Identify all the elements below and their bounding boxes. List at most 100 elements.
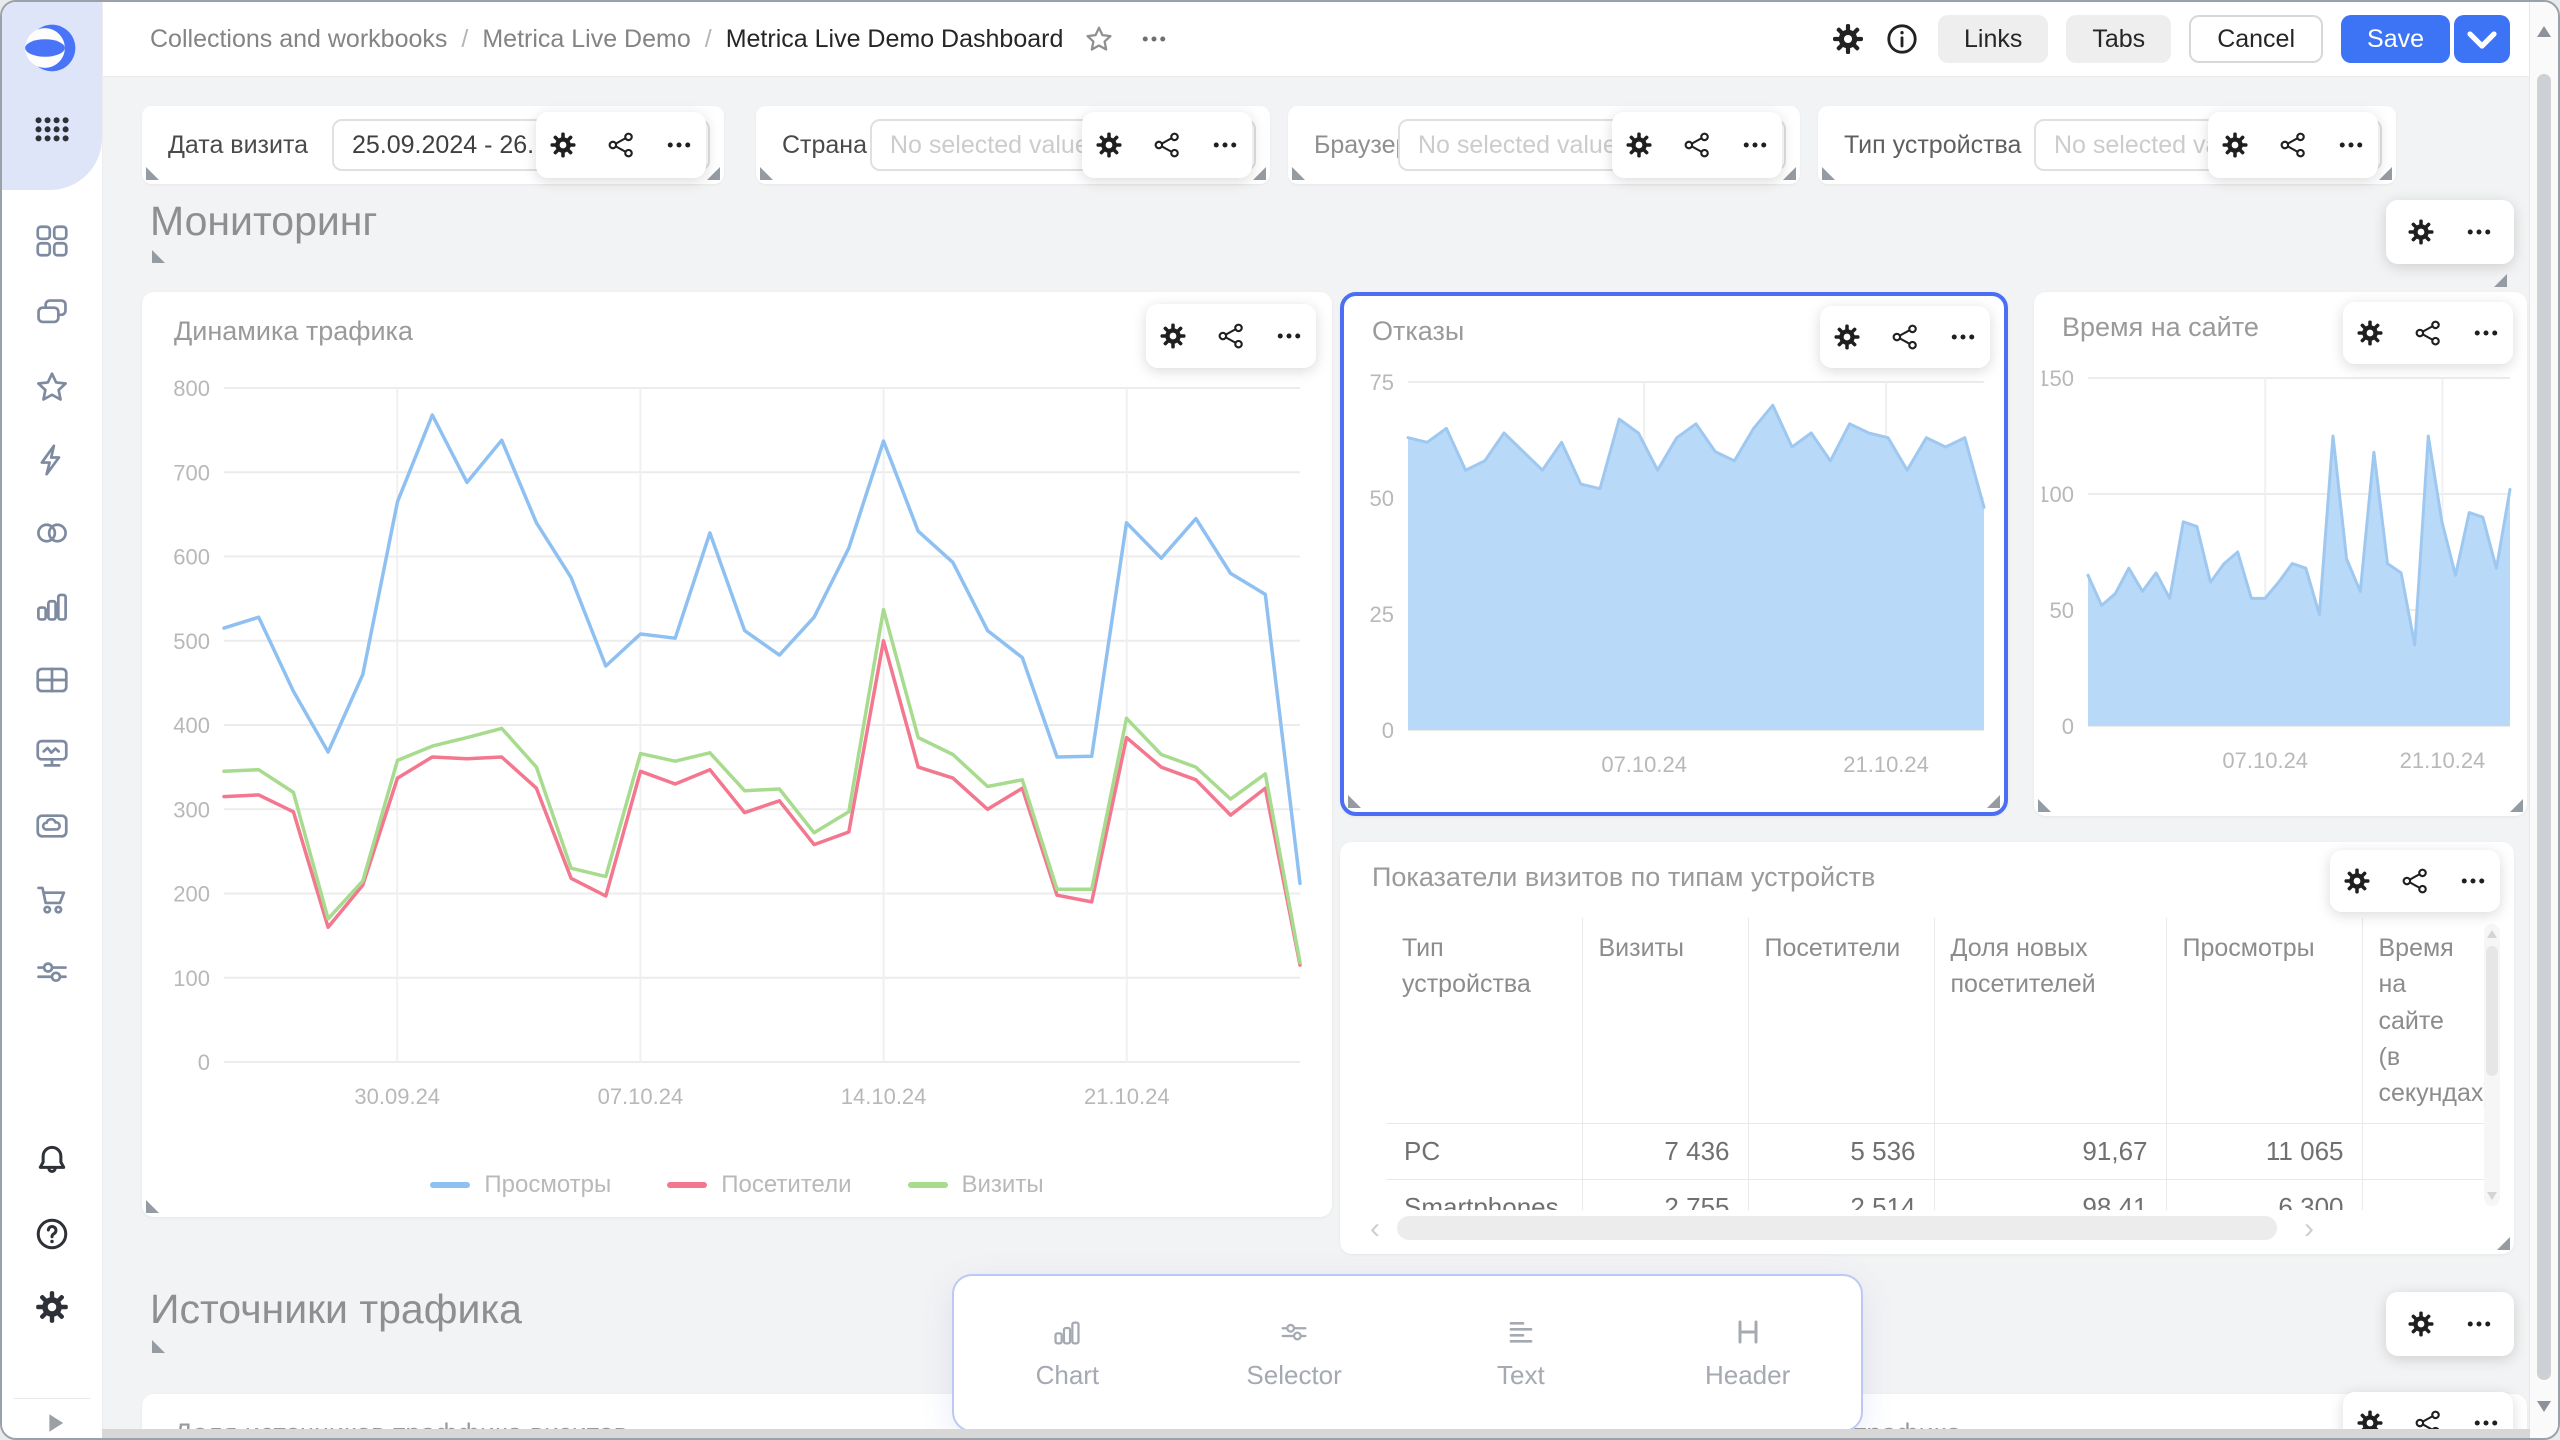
more-icon[interactable]: [1274, 321, 1304, 351]
table-header-cell[interactable]: Посетители: [1748, 918, 1934, 1124]
legend-item[interactable]: Посетители: [667, 1171, 851, 1199]
tabs-button[interactable]: Tabs: [2066, 15, 2171, 63]
resize-handle[interactable]: [1253, 167, 1266, 180]
all-services-icon[interactable]: [33, 110, 71, 148]
sidebar-item-datasets[interactable]: [33, 661, 71, 699]
resize-handle[interactable]: [146, 167, 159, 180]
chart-card-traffic-dynamics[interactable]: Динамика трафика 01002003004005006007008…: [142, 292, 1332, 1217]
help-icon[interactable]: [33, 1215, 71, 1253]
horizontal-scrollbar[interactable]: [102, 1429, 2530, 1438]
more-icon[interactable]: [2464, 1309, 2494, 1339]
more-icon[interactable]: [1948, 322, 1978, 352]
table-vertical-scrollbar[interactable]: [2484, 924, 2500, 1206]
save-button[interactable]: Save: [2341, 15, 2450, 63]
scrollbar-thumb[interactable]: [2537, 74, 2551, 1380]
resize-handle[interactable]: [760, 167, 773, 180]
more-icon[interactable]: [2471, 318, 2501, 348]
sidebar-item-favorites[interactable]: [33, 368, 71, 406]
scroll-up-icon[interactable]: [2537, 26, 2551, 37]
save-dropdown-button[interactable]: [2454, 15, 2510, 63]
resize-handle[interactable]: [2494, 274, 2507, 287]
settings-gear-icon[interactable]: [33, 1288, 71, 1326]
add-selector-button[interactable]: Selector: [1181, 1316, 1408, 1391]
add-chart-button[interactable]: Chart: [954, 1316, 1181, 1391]
breadcrumb-more-icon[interactable]: [1139, 24, 1169, 54]
scroll-up-icon[interactable]: [2487, 930, 2497, 938]
sidebar-item-connections[interactable]: [33, 514, 71, 552]
gear-icon[interactable]: [2406, 217, 2436, 247]
resize-handle[interactable]: [1348, 795, 1361, 808]
sidebar-item-storage[interactable]: [33, 807, 71, 845]
sidebar-item-marketplace[interactable]: [33, 880, 71, 918]
resize-handle[interactable]: [1783, 167, 1796, 180]
more-icon[interactable]: [1740, 130, 1770, 160]
resize-handle[interactable]: [152, 1340, 165, 1353]
scroll-left-icon[interactable]: ‹: [1370, 1214, 1380, 1244]
more-icon[interactable]: [2336, 130, 2366, 160]
notifications-bell-icon[interactable]: [33, 1142, 71, 1180]
scroll-right-icon[interactable]: ›: [2304, 1214, 2314, 1244]
breadcrumb-workbook[interactable]: Metrica Live Demo: [482, 25, 690, 54]
table-horizontal-scrollbar[interactable]: [1397, 1216, 2277, 1240]
share-icon[interactable]: [2413, 318, 2443, 348]
resize-handle[interactable]: [2497, 1237, 2510, 1250]
gear-icon[interactable]: [2406, 1309, 2436, 1339]
share-icon[interactable]: [2278, 130, 2308, 160]
gear-icon[interactable]: [2342, 866, 2372, 896]
resize-handle[interactable]: [707, 167, 720, 180]
legend-item[interactable]: Просмотры: [430, 1171, 611, 1199]
info-icon[interactable]: [1884, 21, 1920, 57]
dashboard-settings-gear-icon[interactable]: [1830, 21, 1866, 57]
share-icon[interactable]: [1216, 321, 1246, 351]
gear-icon[interactable]: [1158, 321, 1188, 351]
share-icon[interactable]: [2400, 866, 2430, 896]
gear-icon[interactable]: [548, 130, 578, 160]
table-header-cell[interactable]: Время на сайте (в секундах): [2362, 918, 2486, 1124]
table-card-device-visits[interactable]: Показатели визитов по типам устройств Ти…: [1340, 842, 2514, 1254]
sidebar-item-dashboards[interactable]: [33, 222, 71, 260]
table-header-cell[interactable]: Доля новых посетителей: [1934, 918, 2166, 1124]
gear-icon[interactable]: [1094, 130, 1124, 160]
share-icon[interactable]: [1682, 130, 1712, 160]
chart-card-time-on-site[interactable]: Время на сайте 05010015007.10.2421.10.24: [2034, 292, 2527, 816]
share-icon[interactable]: [1890, 322, 1920, 352]
gear-icon[interactable]: [2355, 318, 2385, 348]
gear-icon[interactable]: [1624, 130, 1654, 160]
datalens-logo[interactable]: [24, 20, 80, 76]
resize-handle[interactable]: [1292, 167, 1305, 180]
sidebar-item-collections[interactable]: [33, 295, 71, 333]
share-icon[interactable]: [1152, 130, 1182, 160]
gear-icon[interactable]: [1832, 322, 1862, 352]
links-button[interactable]: Links: [1938, 15, 2048, 63]
resize-handle[interactable]: [146, 1200, 159, 1213]
table-header-cell[interactable]: Визиты: [1582, 918, 1748, 1124]
favorite-star-icon[interactable]: [1083, 23, 1115, 55]
add-text-button[interactable]: Text: [1408, 1316, 1635, 1391]
sidebar-item-actions[interactable]: [33, 441, 71, 479]
share-icon[interactable]: [606, 130, 636, 160]
resize-handle[interactable]: [1822, 167, 1835, 180]
cancel-button[interactable]: Cancel: [2189, 15, 2323, 63]
resize-handle[interactable]: [2038, 799, 2051, 812]
resize-handle[interactable]: [1987, 795, 2000, 808]
resize-handle[interactable]: [2379, 167, 2392, 180]
resize-handle[interactable]: [2510, 799, 2523, 812]
table-header-cell[interactable]: Просмотры: [2166, 918, 2362, 1124]
chart-card-bounces-selected[interactable]: Отказы 025507507.10.2421.10.24: [1340, 292, 2008, 816]
add-header-button[interactable]: Header: [1634, 1316, 1861, 1391]
more-icon[interactable]: [2464, 217, 2494, 247]
resize-handle[interactable]: [152, 250, 165, 263]
sidebar-item-charts[interactable]: [33, 587, 71, 625]
scroll-down-icon[interactable]: [2537, 1401, 2551, 1412]
more-icon[interactable]: [1210, 130, 1240, 160]
sidebar-item-monitoring[interactable]: [33, 734, 71, 772]
scroll-down-icon[interactable]: [2487, 1192, 2497, 1200]
sidebar-expand-icon[interactable]: [40, 1408, 70, 1438]
more-icon[interactable]: [2458, 866, 2488, 896]
breadcrumb-collections[interactable]: Collections and workbooks: [150, 25, 447, 54]
more-icon[interactable]: [664, 130, 694, 160]
table-header-cell[interactable]: Тип устройства: [1386, 918, 1582, 1124]
legend-item[interactable]: Визиты: [908, 1171, 1044, 1199]
gear-icon[interactable]: [2220, 130, 2250, 160]
sidebar-item-settings-services[interactable]: [33, 953, 71, 991]
